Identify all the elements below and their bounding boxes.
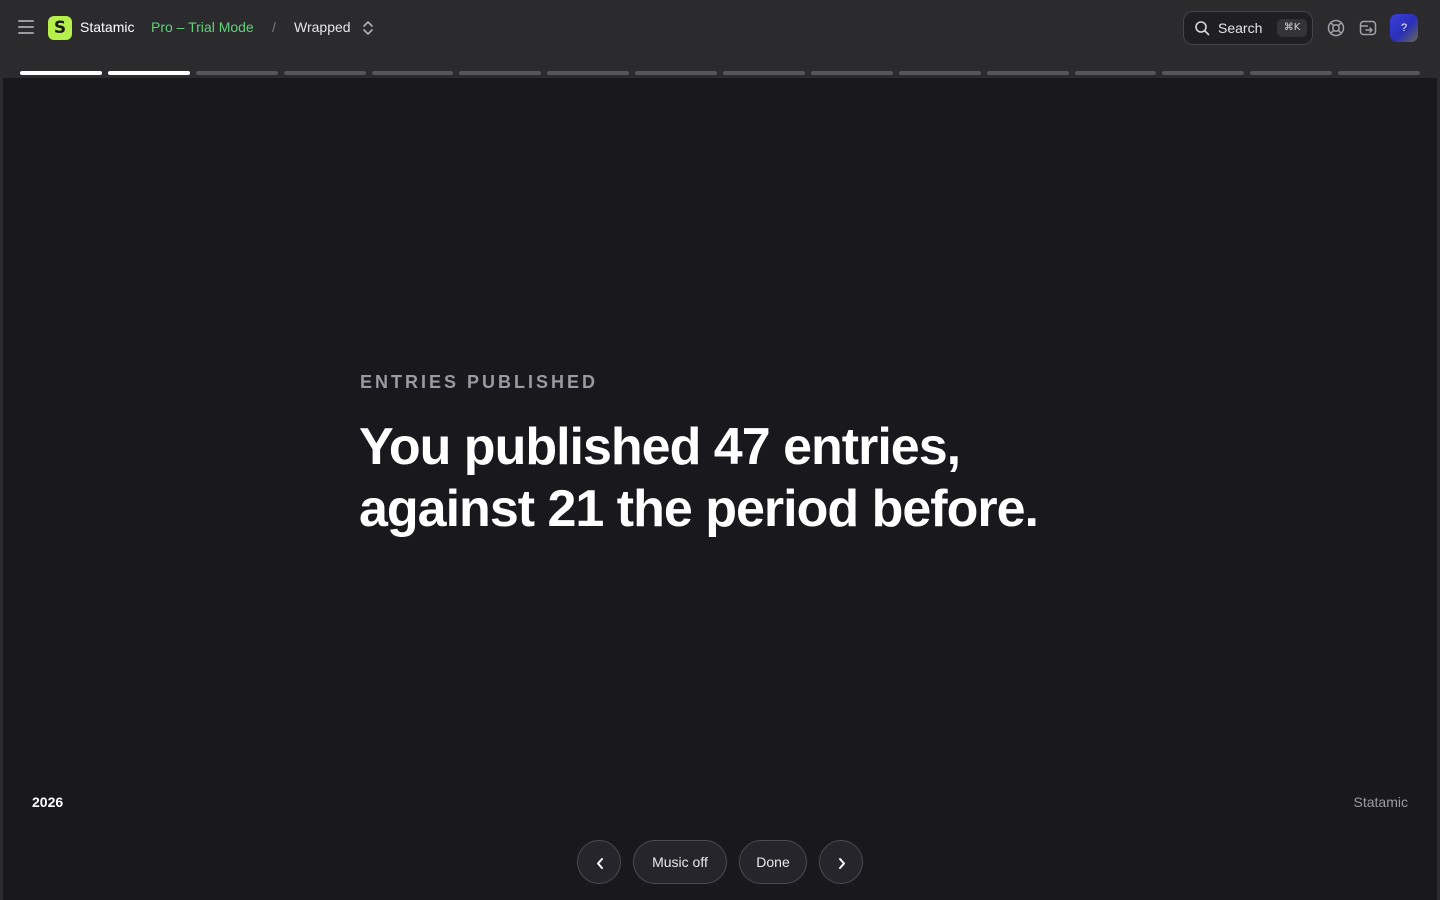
wrapped-slide: ENTRIES PUBLISHED You published 47 entri… bbox=[3, 78, 1437, 900]
progress-segment[interactable] bbox=[547, 71, 630, 75]
lifebuoy-icon[interactable] bbox=[1326, 18, 1346, 38]
done-button[interactable]: Done bbox=[739, 840, 807, 884]
search-shortcut: ⌘K bbox=[1277, 19, 1307, 37]
progress-segment[interactable] bbox=[20, 71, 102, 75]
progress-segment[interactable] bbox=[195, 71, 278, 75]
next-button[interactable] bbox=[819, 840, 863, 884]
progress-segment[interactable] bbox=[635, 71, 717, 75]
progress-segment[interactable] bbox=[898, 71, 981, 75]
chevrons-up-down-icon[interactable] bbox=[362, 20, 374, 36]
search-label: Search bbox=[1218, 20, 1263, 36]
statamic-logo[interactable]: S bbox=[48, 16, 72, 40]
chevron-left-icon bbox=[597, 858, 603, 869]
music-toggle-button[interactable]: Music off bbox=[633, 840, 727, 884]
headline-line-1: You published 47 entries, bbox=[359, 418, 961, 476]
progress-segment[interactable] bbox=[1250, 71, 1333, 75]
top-bar: S Statamic Pro – Trial Mode / Wrapped Se… bbox=[0, 0, 1440, 56]
slide-footer-brand: Statamic bbox=[1353, 794, 1408, 810]
avatar[interactable]: ? bbox=[1390, 14, 1418, 42]
slide-controls: Music off Done bbox=[3, 840, 1437, 884]
brand-name[interactable]: Statamic bbox=[80, 19, 134, 35]
progress-segment[interactable] bbox=[810, 71, 893, 75]
previous-button[interactable] bbox=[577, 840, 621, 884]
slide-headline: You published 47 entries, against 21 the… bbox=[359, 416, 1159, 540]
progress-segment[interactable] bbox=[1074, 71, 1157, 75]
story-progress bbox=[20, 71, 1420, 76]
chevron-right-icon bbox=[839, 858, 845, 869]
progress-segment[interactable] bbox=[371, 71, 454, 75]
license-badge[interactable]: Pro – Trial Mode bbox=[151, 19, 254, 35]
search-icon bbox=[1195, 21, 1210, 36]
search-button[interactable]: Search ⌘K bbox=[1183, 11, 1313, 45]
progress-segment[interactable] bbox=[1338, 71, 1420, 75]
progress-segment[interactable] bbox=[1162, 71, 1245, 75]
breadcrumb-current[interactable]: Wrapped bbox=[294, 19, 351, 35]
progress-segment[interactable] bbox=[283, 71, 366, 75]
breadcrumb-separator: / bbox=[272, 19, 276, 35]
slide-eyebrow: ENTRIES PUBLISHED bbox=[360, 372, 599, 392]
progress-segment[interactable] bbox=[723, 71, 805, 75]
progress-segment[interactable] bbox=[986, 71, 1069, 75]
progress-segment[interactable] bbox=[459, 71, 542, 75]
progress-segment[interactable] bbox=[107, 71, 190, 75]
headline-line-2: against 21 the period before. bbox=[359, 480, 1039, 538]
slide-year: 2026 bbox=[32, 794, 64, 810]
site-switch-icon[interactable] bbox=[1358, 18, 1378, 38]
hamburger-icon[interactable] bbox=[18, 20, 34, 34]
